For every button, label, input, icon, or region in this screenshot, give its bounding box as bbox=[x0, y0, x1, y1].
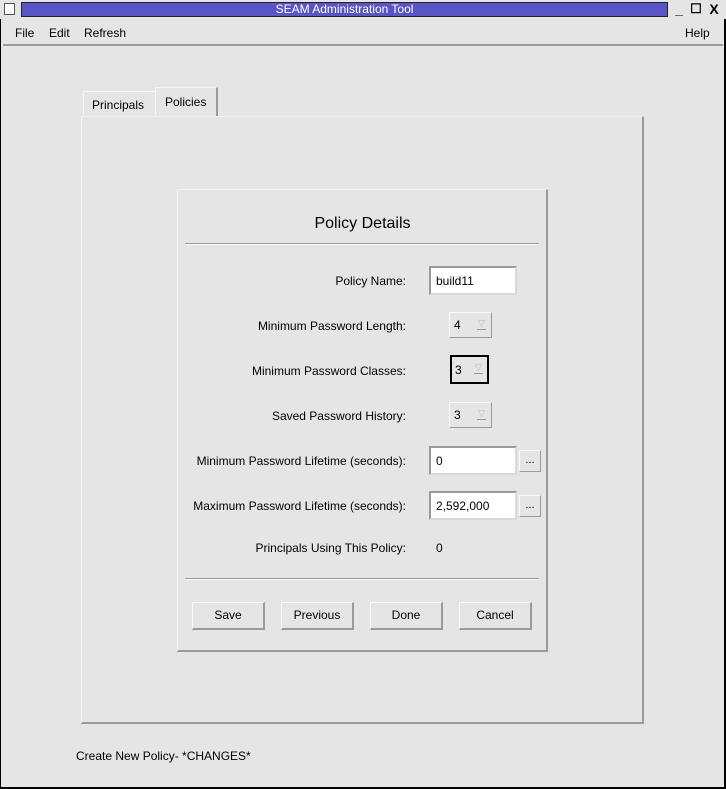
minimize-icon[interactable]: _ bbox=[672, 2, 686, 16]
title-bar[interactable]: SEAM Administration Tool _ ☐ X bbox=[0, 0, 726, 19]
dialog-title: Policy Details bbox=[314, 215, 411, 232]
max-password-lifetime-input[interactable]: 2,592,000 bbox=[429, 491, 517, 520]
dropdown-arrow-icon: ▽ bbox=[477, 408, 486, 420]
menu-help[interactable]: Help bbox=[685, 26, 710, 40]
dropdown-arrow-icon: ▽ bbox=[477, 318, 486, 330]
min-password-length-value: 4 bbox=[454, 318, 461, 332]
tab-policies[interactable]: Policies bbox=[155, 87, 218, 117]
saved-password-history-select[interactable]: 3 ▽ bbox=[449, 402, 492, 428]
min-password-lifetime-label: Minimum Password Lifetime (seconds): bbox=[196, 454, 406, 468]
status-bar-text: Create New Policy- *CHANGES* bbox=[76, 749, 251, 763]
window-menu-icon[interactable] bbox=[4, 3, 15, 15]
menu-file[interactable]: File bbox=[15, 26, 34, 40]
saved-password-history-value: 3 bbox=[454, 408, 461, 422]
min-password-length-label: Minimum Password Length: bbox=[257, 319, 406, 333]
cancel-button[interactable]: Cancel bbox=[459, 602, 532, 630]
menu-bar: File Edit Refresh Help bbox=[3, 20, 723, 46]
menu-refresh[interactable]: Refresh bbox=[84, 26, 126, 40]
min-password-lifetime-browse-button[interactable]: ... bbox=[519, 450, 541, 472]
policy-name-label: Policy Name: bbox=[335, 274, 406, 288]
save-button[interactable]: Save bbox=[192, 602, 265, 630]
done-button[interactable]: Done bbox=[370, 602, 443, 630]
principals-using-policy-value: 0 bbox=[436, 541, 443, 555]
tab-principals[interactable]: Principals bbox=[83, 91, 155, 116]
close-icon[interactable]: X bbox=[707, 2, 721, 16]
window-title: SEAM Administration Tool bbox=[21, 2, 668, 17]
min-password-classes-value: 3 bbox=[455, 363, 462, 377]
min-password-classes-label: Minimum Password Classes: bbox=[251, 364, 406, 378]
min-password-lifetime-input[interactable]: 0 bbox=[429, 446, 517, 475]
max-password-lifetime-browse-button[interactable]: ... bbox=[519, 495, 541, 517]
policy-name-input[interactable]: build11 bbox=[429, 266, 517, 295]
top-divider bbox=[185, 243, 539, 245]
max-password-lifetime-label: Maximum Password Lifetime (seconds): bbox=[193, 499, 406, 513]
maximize-icon[interactable]: ☐ bbox=[689, 2, 703, 16]
previous-button[interactable]: Previous bbox=[281, 602, 354, 630]
dropdown-arrow-icon: ▽ bbox=[474, 362, 483, 374]
bottom-divider bbox=[185, 578, 539, 580]
policy-details-panel: Policy Details Policy Name: build11 Mini… bbox=[177, 189, 548, 652]
min-password-length-select[interactable]: 4 ▽ bbox=[449, 312, 492, 338]
saved-password-history-label: Saved Password History: bbox=[271, 409, 406, 423]
min-password-classes-select[interactable]: 3 ▽ bbox=[450, 355, 489, 384]
menu-edit[interactable]: Edit bbox=[49, 26, 70, 40]
principals-using-policy-label: Principals Using This Policy: bbox=[255, 541, 407, 555]
